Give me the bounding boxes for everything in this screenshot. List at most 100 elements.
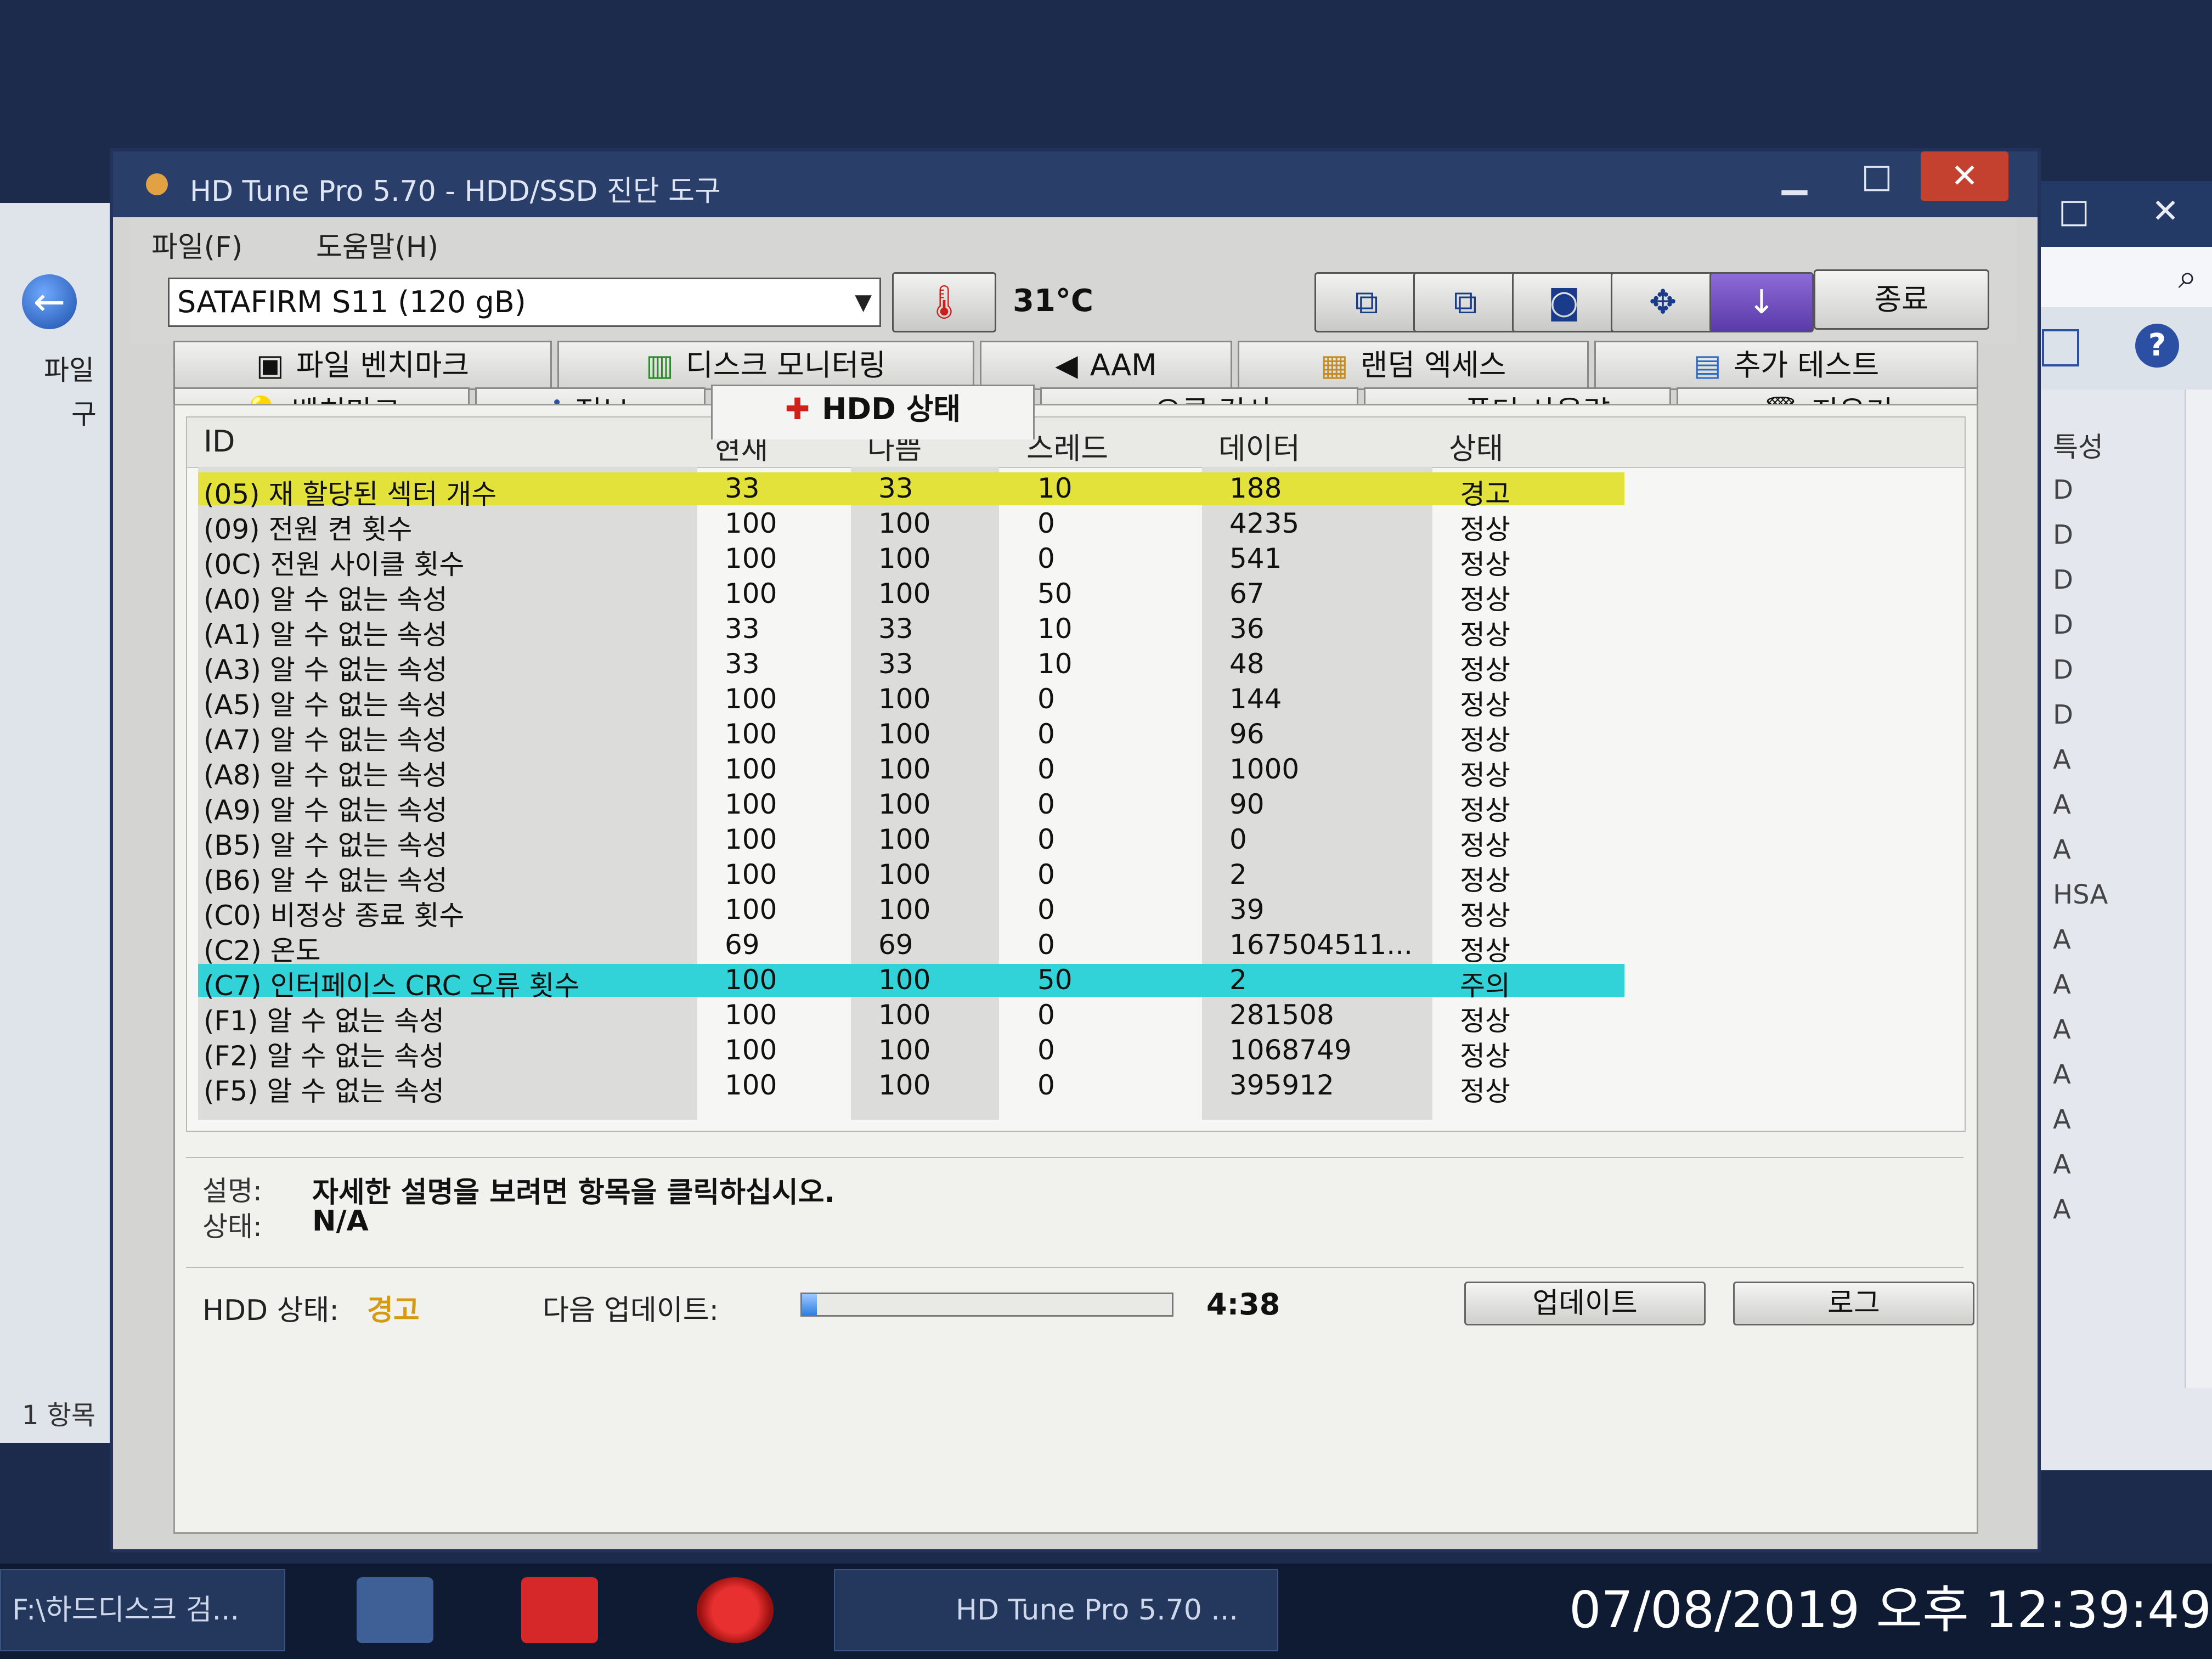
menu-help[interactable]: 도움말(H) <box>316 224 438 265</box>
cell-id: (B6) 알 수 없는 속성 <box>204 865 448 896</box>
table-row[interactable]: (A9) 알 수 없는 속성 100 100 0 90 정상 <box>198 788 1624 826</box>
cell-status: 경고 <box>1460 478 1510 510</box>
photo-timestamp: 07/08/2019 오후 12:39:49 <box>1569 1581 2212 1639</box>
tab-extra-tests[interactable]: ▤ 추가 테스트 <box>1594 341 1978 390</box>
help-icon[interactable]: ? <box>2135 324 2179 368</box>
copy-info-button[interactable]: ⧉ <box>1314 272 1419 332</box>
col-status[interactable]: 상태 <box>1449 424 1503 467</box>
cell-id: (A3) 알 수 없는 속성 <box>204 654 448 686</box>
tab-random-access[interactable]: ▦ 랜덤 엑세스 <box>1238 341 1589 390</box>
back-arrow-icon[interactable]: ← <box>22 274 77 329</box>
bg-attribute-cell: A <box>2053 1059 2071 1090</box>
progress-fill <box>802 1294 817 1315</box>
taskbar-explorer-item[interactable]: F:\하드디스크 검... <box>0 1569 285 1651</box>
description-text: 자세한 설명을 보려면 항목을 클릭하십시오. <box>312 1176 836 1209</box>
cell-threshold: 0 <box>1037 859 1055 890</box>
table-row[interactable]: (A8) 알 수 없는 속성 100 100 0 1000 정상 <box>198 753 1624 791</box>
camera-icon[interactable]: ◙ <box>1512 272 1616 332</box>
cell-threshold: 0 <box>1037 788 1055 820</box>
search-icon[interactable]: ⌕ <box>2178 258 2197 296</box>
view-pane-icon[interactable] <box>2042 329 2079 366</box>
bg-close-icon[interactable]: ✕ <box>2152 192 2179 230</box>
table-row[interactable]: (A7) 알 수 없는 속성 100 100 0 96 정상 <box>198 718 1624 756</box>
table-row[interactable]: (05) 재 할당된 섹터 개수 33 33 10 188 경고 <box>198 472 1624 510</box>
table-row[interactable]: (F5) 알 수 없는 속성 100 100 0 395912 정상 <box>198 1069 1624 1107</box>
cell-id: (C7) 인터페이스 CRC 오류 횟수 <box>204 970 580 1002</box>
opera-icon[interactable] <box>697 1577 774 1643</box>
table-row[interactable]: (A1) 알 수 없는 속성 33 33 10 36 정상 <box>198 613 1624 651</box>
cell-data: 4235 <box>1229 507 1300 539</box>
grid-app-icon[interactable] <box>521 1577 598 1643</box>
taskbar-hdtune-item[interactable]: HD Tune Pro 5.70 ... <box>834 1569 1278 1651</box>
cell-worst: 100 <box>878 859 931 890</box>
bg-attribute-cell: A <box>2053 834 2071 865</box>
table-row[interactable]: (A0) 알 수 없는 속성 100 100 50 67 정상 <box>198 578 1624 616</box>
cell-worst: 100 <box>878 753 931 785</box>
bg-maximize-icon[interactable]: □ <box>2058 192 2090 230</box>
cell-current: 33 <box>725 613 760 645</box>
bg-search-box[interactable]: ⌕ <box>2031 247 2212 308</box>
cell-status: 정상 <box>1460 689 1510 721</box>
table-row[interactable]: (B6) 알 수 없는 속성 100 100 0 2 정상 <box>198 859 1624 896</box>
cell-data: 67 <box>1229 578 1265 610</box>
bg-scrollbar[interactable] <box>2185 390 2212 1388</box>
close-icon[interactable]: ✕ <box>1921 151 2008 201</box>
tab-label: 랜덤 엑세스 <box>1360 348 1506 382</box>
copy-all-button[interactable]: ⧉ <box>1413 272 1517 332</box>
cell-status: 정상 <box>1460 794 1510 826</box>
table-row[interactable]: (F1) 알 수 없는 속성 100 100 0 281508 정상 <box>198 999 1624 1037</box>
options-icon[interactable]: ✥ <box>1611 272 1715 332</box>
table-row[interactable]: (C7) 인터페이스 CRC 오류 횟수 100 100 50 2 주의 <box>198 964 1624 1002</box>
thermometer-icon[interactable]: 🌡 <box>892 272 996 332</box>
minimize-icon[interactable]: ▁ <box>1759 157 1830 201</box>
table-row[interactable]: (0C) 전원 사이클 횟수 100 100 0 541 정상 <box>198 543 1624 580</box>
table-row[interactable]: (A5) 알 수 없는 속성 100 100 0 144 정상 <box>198 683 1624 721</box>
cell-id: (05) 재 할당된 섹터 개수 <box>204 478 497 510</box>
update-button[interactable]: 업데이트 <box>1464 1282 1706 1325</box>
bg-attribute-cell: A <box>2053 924 2071 955</box>
bg-attribute-cell: A <box>2053 969 2071 1000</box>
cell-status: 정상 <box>1460 1005 1510 1037</box>
table-row[interactable]: (C2) 온도 69 69 0 167504511... 정상 <box>198 929 1624 967</box>
exit-button[interactable]: 종료 <box>1814 269 1989 330</box>
bg-attribute-cell: D <box>2053 565 2073 595</box>
bg-attribute-cell: A <box>2053 744 2071 775</box>
download-arrow-icon[interactable]: ↓ <box>1709 272 1814 332</box>
cell-worst: 100 <box>878 507 931 539</box>
status-label: 상태: <box>202 1211 262 1243</box>
col-id[interactable]: ID <box>204 424 235 459</box>
col-threshold[interactable]: 스레드 <box>1026 424 1108 467</box>
drive-select[interactable]: SATAFIRM S11 (120 gB) ▼ <box>168 278 881 327</box>
table-row[interactable]: (F2) 알 수 없는 속성 100 100 0 1068749 정상 <box>198 1034 1624 1072</box>
cell-data: 144 <box>1229 683 1282 715</box>
table-row[interactable]: (C0) 비정상 종료 횟수 100 100 0 39 정상 <box>198 894 1624 932</box>
menu-file[interactable]: 파일(F) <box>151 224 242 265</box>
cell-current: 100 <box>725 999 777 1031</box>
cell-worst: 100 <box>878 823 931 855</box>
cell-id: (A7) 알 수 없는 속성 <box>204 724 448 756</box>
cell-threshold: 0 <box>1037 753 1055 785</box>
cell-id: (A9) 알 수 없는 속성 <box>204 794 448 826</box>
maximize-icon[interactable]: □ <box>1841 157 1912 201</box>
hdd-health-panel: ID 현재 나쁨 스레드 데이터 상태 (05) 재 할당된 섹터 개수 33 33… <box>173 404 1978 1534</box>
tab-hdd-health[interactable]: ✚ HDD 상태 <box>711 385 1035 439</box>
tab-aam[interactable]: ◀ AAM <box>980 341 1232 390</box>
cell-data: 0 <box>1229 823 1247 855</box>
app-icon <box>146 173 168 195</box>
cell-data: 96 <box>1229 718 1265 750</box>
cell-current: 100 <box>725 507 777 539</box>
table-row[interactable]: (09) 전원 켠 횟수 100 100 0 4235 정상 <box>198 507 1624 545</box>
col-data[interactable]: 데이터 <box>1218 424 1300 467</box>
folder-icon[interactable] <box>357 1577 433 1643</box>
tab-file-benchmark[interactable]: ▣ 파일 벤치마크 <box>173 341 552 390</box>
bg-toolbar: ? <box>2031 307 2212 390</box>
bg-attributes-header[interactable]: 특성 <box>2053 425 2103 465</box>
table-header: ID 현재 나쁨 스레드 데이터 상태 <box>187 417 1965 468</box>
log-button[interactable]: 로그 <box>1733 1282 1974 1325</box>
table-row[interactable]: (A3) 알 수 없는 속성 33 33 10 48 정상 <box>198 648 1624 686</box>
cell-worst: 100 <box>878 578 931 610</box>
cell-data: 2 <box>1229 964 1247 996</box>
cell-worst: 100 <box>878 999 931 1031</box>
tab-disk-monitor[interactable]: ▥ 디스크 모니터링 <box>557 341 974 390</box>
table-row[interactable]: (B5) 알 수 없는 속성 100 100 0 0 정상 <box>198 823 1624 861</box>
